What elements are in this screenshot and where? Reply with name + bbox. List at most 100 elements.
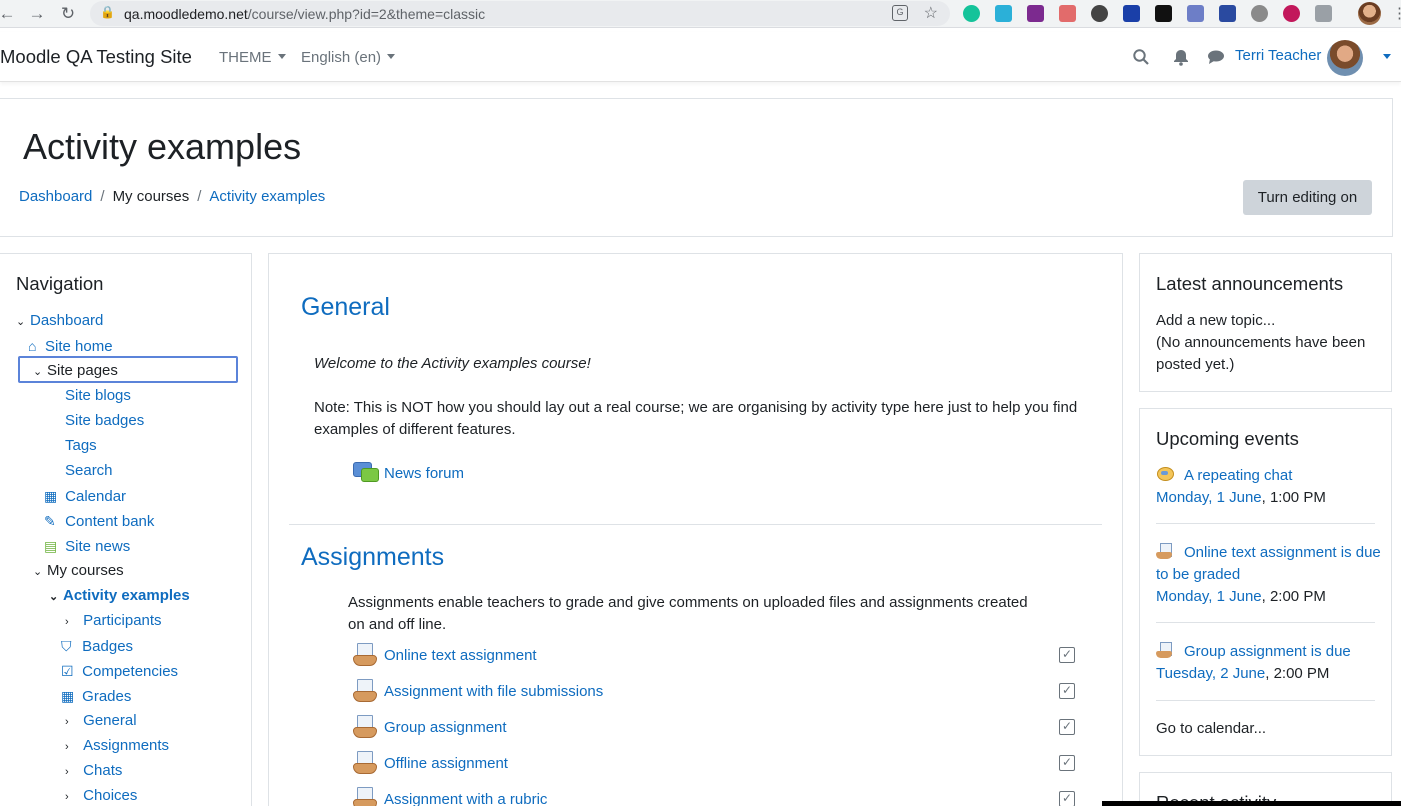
announcements-title: Latest announcements xyxy=(1156,273,1344,294)
activity-news-forum[interactable]: News forum xyxy=(353,460,464,488)
nav-item-content-bank[interactable]: ✎ Content bank xyxy=(44,511,154,531)
turn-editing-on-button[interactable]: Turn editing on xyxy=(1243,180,1372,215)
browser-menu-icon[interactable]: ⋮ xyxy=(1392,4,1401,22)
welcome-text: Welcome to the Activity examples course! xyxy=(314,355,591,372)
breadcrumb-activity-examples[interactable]: Activity examples xyxy=(209,188,325,205)
chat-icon xyxy=(1156,466,1174,482)
chevron-right-icon: › xyxy=(65,791,69,803)
grammarly-extension-icon[interactable] xyxy=(963,5,980,22)
section-heading-assignments[interactable]: Assignments xyxy=(301,543,444,572)
extension-icon[interactable] xyxy=(1123,5,1140,22)
event-date-link[interactable]: Tuesday, 2 June xyxy=(1156,665,1265,682)
forum-icon xyxy=(353,461,379,483)
event-item: Online text assignment is due to be grad… xyxy=(1156,543,1381,605)
nav-item-site-badges[interactable]: Site badges xyxy=(65,411,144,431)
user-menu-caret-icon[interactable] xyxy=(1383,54,1391,59)
extension-icon[interactable] xyxy=(1027,5,1044,22)
chevron-right-icon: › xyxy=(65,716,69,728)
user-menu-name[interactable]: Terri Teacher xyxy=(1235,47,1321,64)
extension-icon[interactable] xyxy=(1283,5,1300,22)
nav-item-tags[interactable]: Tags xyxy=(65,436,97,456)
event-link[interactable]: Online text assignment is due to be grad… xyxy=(1156,544,1381,583)
assignment-icon xyxy=(353,715,379,738)
nav-item-activity-examples[interactable]: ⌄ Activity examples xyxy=(49,586,190,606)
activity-group-assignment[interactable]: Group assignment xyxy=(353,714,507,742)
section-heading-general[interactable]: General xyxy=(301,293,390,322)
course-note: Note: This is NOT how you should lay out… xyxy=(314,399,1078,438)
completion-checkbox-icon[interactable]: ✓ xyxy=(1059,791,1075,806)
go-to-calendar-link[interactable]: Go to calendar... xyxy=(1156,718,1266,740)
extension-icon[interactable] xyxy=(1059,5,1076,22)
site-navbar: Moodle QA Testing Site THEME English (en… xyxy=(0,32,1401,82)
activity-assignment-file-submissions[interactable]: Assignment with file submissions xyxy=(353,678,603,706)
profile-avatar-icon[interactable] xyxy=(1358,2,1381,25)
completion-checkbox-icon[interactable]: ✓ xyxy=(1059,683,1075,699)
activity-online-text-assignment[interactable]: Online text assignment xyxy=(353,642,537,670)
nav-item-site-home[interactable]: ⌂ Site home xyxy=(28,336,113,356)
extension-icon[interactable] xyxy=(1219,5,1236,22)
navigation-block: Navigation ⌄ Dashboard ⌂ Site home ⌄ Site p… xyxy=(0,253,252,806)
theme-menu[interactable]: THEME xyxy=(219,49,286,66)
nav-item-grades[interactable]: ▦ Grades xyxy=(61,686,131,706)
extension-icon[interactable] xyxy=(1187,5,1204,22)
chevron-right-icon: › xyxy=(65,741,69,753)
assignment-icon xyxy=(353,643,379,666)
caret-down-icon xyxy=(277,54,286,59)
breadcrumb-dashboard[interactable]: Dashboard xyxy=(19,188,92,205)
search-icon[interactable] xyxy=(1132,48,1150,66)
bell-icon[interactable] xyxy=(1172,48,1190,66)
breadcrumb: Dashboard / My courses / Activity examples xyxy=(19,188,326,205)
event-link[interactable]: Group assignment is due xyxy=(1184,643,1351,660)
activity-offline-assignment[interactable]: Offline assignment xyxy=(353,750,508,778)
address-bar[interactable]: 🔒 qa.moodledemo.net/course/view.php?id=2… xyxy=(90,1,950,26)
announcements-empty-text: (No announcements have been posted yet.) xyxy=(1156,334,1366,373)
browser-toolbar: ← → ↻ 🔒 qa.moodledemo.net/course/view.ph… xyxy=(0,0,1401,28)
navigation-title: Navigation xyxy=(16,273,104,294)
nav-item-my-courses[interactable]: ⌄ My courses xyxy=(33,561,124,581)
translate-icon[interactable]: G xyxy=(892,5,908,21)
divider xyxy=(1156,622,1375,623)
language-menu[interactable]: English (en) xyxy=(301,49,396,66)
activity-assignment-rubric[interactable]: Assignment with a rubric xyxy=(353,786,547,806)
nav-item-competencies[interactable]: ☑ Competencies xyxy=(61,661,178,681)
reload-icon[interactable]: ↻ xyxy=(57,3,79,25)
chevron-right-icon: › xyxy=(65,766,69,778)
completion-checkbox-icon[interactable]: ✓ xyxy=(1059,719,1075,735)
nav-item-dashboard[interactable]: ⌄ Dashboard xyxy=(16,311,103,331)
nav-item-assignments[interactable]: › Assignments xyxy=(65,736,169,756)
divider xyxy=(1156,700,1375,701)
extension-icon[interactable] xyxy=(1091,5,1108,22)
back-icon[interactable]: ← xyxy=(0,3,18,25)
nav-item-site-pages[interactable]: ⌄ Site pages xyxy=(33,361,118,381)
bookmark-star-icon[interactable]: ☆ xyxy=(924,3,938,23)
nav-item-site-news[interactable]: ▤ Site news xyxy=(44,536,130,556)
extensions-puzzle-icon[interactable] xyxy=(1315,5,1332,22)
brush-icon: ✎ xyxy=(44,513,56,529)
forward-icon[interactable]: → xyxy=(26,3,48,25)
course-content: General Welcome to the Activity examples… xyxy=(268,253,1123,806)
nav-item-choices[interactable]: › Choices xyxy=(65,786,137,806)
chevron-right-icon: › xyxy=(65,616,69,628)
nav-item-badges[interactable]: ⛉ Badges xyxy=(61,636,133,656)
event-date-link[interactable]: Monday, 1 June xyxy=(1156,489,1262,506)
screen-edge-bar xyxy=(1102,801,1401,806)
nav-item-site-blogs[interactable]: Site blogs xyxy=(65,386,131,406)
completion-checkbox-icon[interactable]: ✓ xyxy=(1059,755,1075,771)
nav-item-participants[interactable]: › Participants xyxy=(65,611,162,631)
url-text: qa.moodledemo.net/course/view.php?id=2&t… xyxy=(124,6,486,22)
nav-item-general[interactable]: › General xyxy=(65,711,137,731)
completion-checkbox-icon[interactable]: ✓ xyxy=(1059,647,1075,663)
nav-item-search[interactable]: Search xyxy=(65,461,113,481)
nav-item-chats[interactable]: › Chats xyxy=(65,761,122,781)
extension-icon[interactable] xyxy=(1155,5,1172,22)
event-link[interactable]: A repeating chat xyxy=(1184,467,1292,484)
event-date-link[interactable]: Monday, 1 June xyxy=(1156,588,1262,605)
nav-item-calendar[interactable]: ▦ Calendar xyxy=(44,486,126,506)
extension-icon[interactable] xyxy=(1251,5,1268,22)
add-new-topic-link[interactable]: Add a new topic... xyxy=(1156,310,1275,332)
extension-icon[interactable] xyxy=(995,5,1012,22)
user-avatar[interactable] xyxy=(1327,40,1363,76)
messages-icon[interactable] xyxy=(1207,48,1225,66)
site-brand[interactable]: Moodle QA Testing Site xyxy=(0,46,192,68)
calendar-icon: ▦ xyxy=(44,488,58,504)
